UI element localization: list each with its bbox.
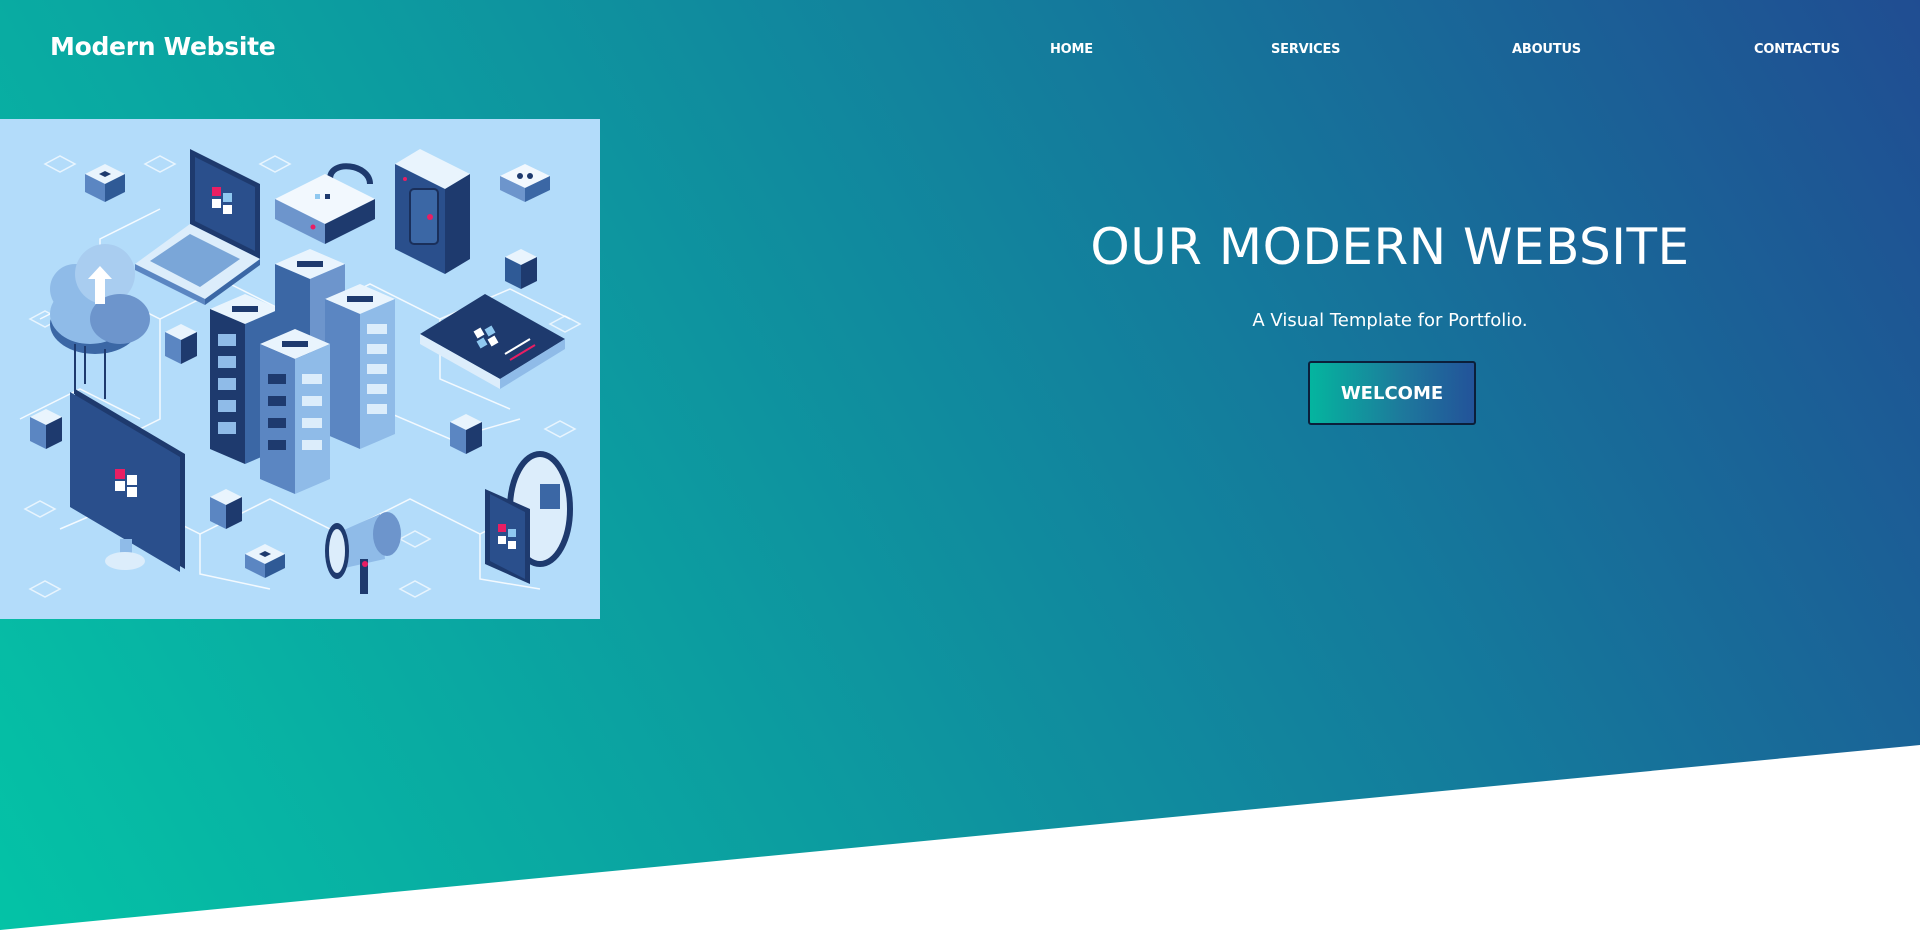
- nav-contactus[interactable]: CONTACTUS: [1754, 42, 1840, 57]
- nav-aboutus[interactable]: ABOUTUS: [1512, 42, 1581, 57]
- main-nav: HOME SERVICES ABOUTUS CONTACTUS: [0, 42, 1920, 62]
- nav-home[interactable]: HOME: [1050, 42, 1093, 57]
- hero-title: OUR MODERN WEBSITE: [1090, 218, 1690, 276]
- hero-subtitle: A Visual Template for Portfolio.: [1252, 310, 1528, 331]
- nav-services[interactable]: SERVICES: [1271, 42, 1341, 57]
- hero-illustration: [0, 119, 600, 619]
- network-illustration: [19, 149, 582, 598]
- welcome-button[interactable]: WELCOME: [1308, 361, 1476, 425]
